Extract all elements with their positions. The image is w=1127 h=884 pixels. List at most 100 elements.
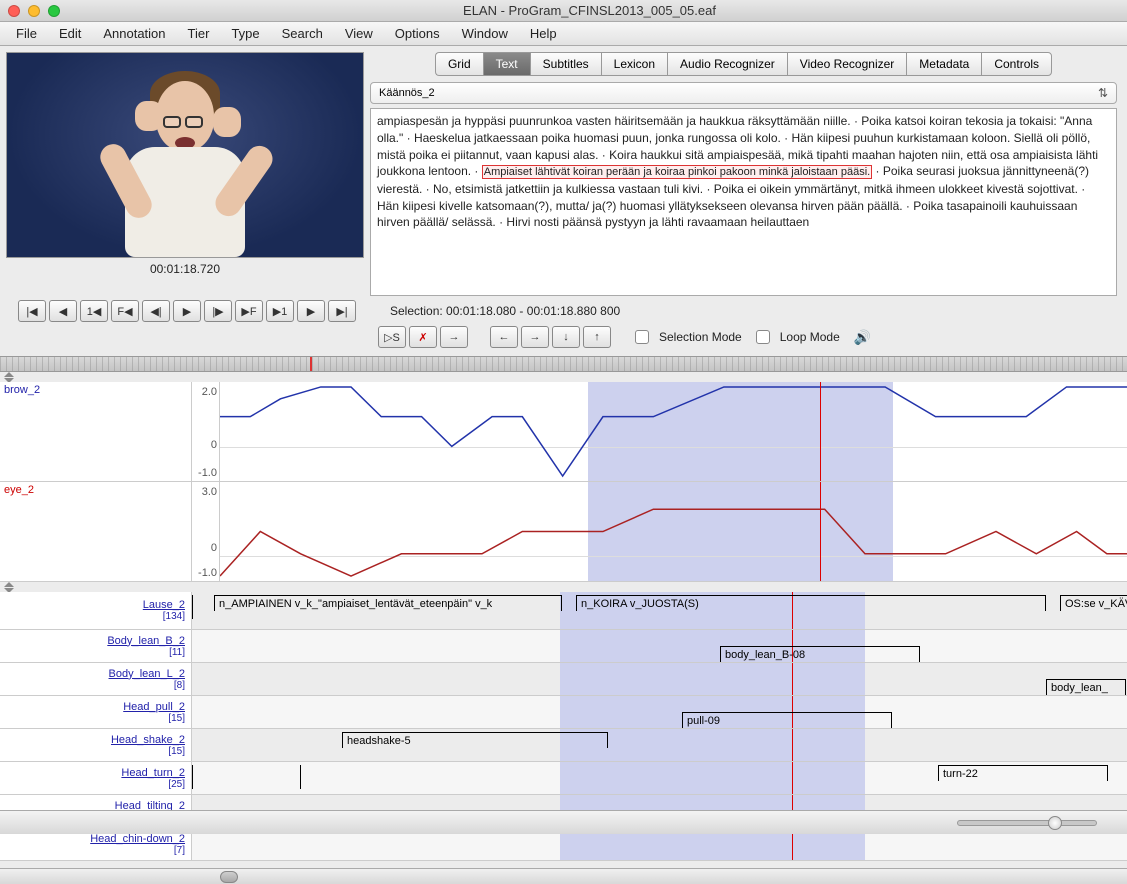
horizontal-scrollbar[interactable] — [0, 868, 1127, 884]
waveform-brow: brow_2 2.0 0 -1.0 — [0, 382, 1127, 482]
text-highlight[interactable]: Ampiaiset lähtivät koiran perään ja koir… — [482, 165, 872, 179]
tier-label[interactable]: Head_pull_2[15] — [0, 696, 192, 728]
loop-mode-label: Loop Mode — [780, 330, 840, 344]
tier-row: Body_lean_B_2[11] body_lean_B-08 — [0, 630, 1127, 663]
waveplot-eye[interactable] — [220, 482, 1127, 581]
tier-track[interactable]: body_lean_ — [192, 663, 1127, 695]
tab-video-recognizer[interactable]: Video Recognizer — [787, 52, 907, 76]
playhead[interactable] — [820, 382, 821, 481]
nav-buttons: ← → ↓ ↑ — [490, 326, 611, 348]
tier-row: Lause_2[134] n_AMPIAINEN v_k_"ampiaiset_l… — [0, 592, 1127, 630]
overview-playhead[interactable] — [310, 357, 312, 371]
expand-handles-2[interactable] — [0, 582, 1127, 592]
tab-lexicon[interactable]: Lexicon — [601, 52, 667, 76]
annotation[interactable]: body_lean_B-08 — [720, 646, 920, 662]
prev-frame-button[interactable]: 1◀ — [80, 300, 108, 322]
tab-grid[interactable]: Grid — [435, 52, 483, 76]
menu-window[interactable]: Window — [452, 23, 518, 44]
annotation[interactable]: pull-09 — [682, 712, 892, 728]
zoom-slider[interactable] — [957, 820, 1097, 826]
menu-type[interactable]: Type — [221, 23, 269, 44]
loop-mode-checkbox[interactable] — [756, 330, 770, 344]
wave-label-eye[interactable]: eye_2 — [0, 482, 192, 581]
tier-track[interactable]: turn-22 — [192, 762, 1127, 794]
tab-controls[interactable]: Controls — [981, 52, 1052, 76]
arrow-right-button[interactable]: → — [521, 326, 549, 348]
selection-mode-checkbox[interactable] — [635, 330, 649, 344]
wave-label-brow[interactable]: brow_2 — [0, 382, 192, 481]
tier-track[interactable]: headshake-5 — [192, 729, 1127, 761]
shift-selection-button[interactable]: → — [440, 326, 468, 348]
minimize-icon[interactable] — [28, 5, 40, 17]
tier-label[interactable]: Head_shake_2[15] — [0, 729, 192, 761]
tab-text[interactable]: Text — [483, 52, 530, 76]
zoom-icon[interactable] — [48, 5, 60, 17]
step-fwd-button[interactable]: |▶ — [204, 300, 232, 322]
video-panel: 00:01:18.720 — [0, 46, 370, 296]
tier-row: Head_shake_2[15] headshake-5 — [0, 729, 1127, 762]
annotation[interactable]: headshake-5 — [342, 732, 608, 748]
play-selection-button[interactable]: ▷S — [378, 326, 406, 348]
annotation[interactable]: OS:se v_KÄVELLÄ v_PAETA — [1060, 595, 1127, 611]
prev-scroll-button[interactable]: ◀ — [49, 300, 77, 322]
waveplot-brow[interactable] — [220, 382, 1127, 481]
menu-options[interactable]: Options — [385, 23, 450, 44]
tier-select[interactable]: Käännös_2 — [370, 82, 1117, 104]
menu-tier[interactable]: Tier — [178, 23, 220, 44]
transport-buttons: |◀ ◀ 1◀ F◀ ◀| ▶ |▶ ▶F ▶1 ▶ ▶| — [18, 300, 378, 322]
waveform-eye: eye_2 3.0 0 -1.0 — [0, 482, 1127, 582]
playhead[interactable] — [820, 482, 821, 581]
tier-label[interactable]: Head_turn_2[25] — [0, 762, 192, 794]
timecode: 00:01:18.720 — [150, 262, 220, 276]
tier-track[interactable]: body_lean_B-08 — [192, 630, 1127, 662]
tier-track[interactable]: pull-09 — [192, 696, 1127, 728]
annotation[interactable]: turn-22 — [938, 765, 1108, 781]
tier-select-value: Käännös_2 — [379, 87, 435, 99]
next-frame-button[interactable]: ▶1 — [266, 300, 294, 322]
tab-subtitles[interactable]: Subtitles — [530, 52, 601, 76]
slider-knob[interactable] — [1048, 816, 1062, 830]
annotation[interactable]: body_lean_ — [1046, 679, 1126, 695]
menubar: File Edit Annotation Tier Type Search Vi… — [0, 22, 1127, 46]
overview-ruler[interactable] — [0, 356, 1127, 372]
next-marker-button[interactable]: ▶F — [235, 300, 263, 322]
titlebar: ELAN - ProGram_CFINSL2013_005_05.eaf — [0, 0, 1127, 22]
clear-selection-button[interactable]: ✗ — [409, 326, 437, 348]
tier-row: Head_pull_2[15] pull-09 — [0, 696, 1127, 729]
transport-row: |◀ ◀ 1◀ F◀ ◀| ▶ |▶ ▶F ▶1 ▶ ▶| Selection:… — [0, 296, 1127, 326]
step-back-button[interactable]: ◀| — [142, 300, 170, 322]
tabbar: Grid Text Subtitles Lexicon Audio Recogn… — [370, 52, 1117, 76]
tier-track[interactable]: n_AMPIAINEN v_k_"ampiaiset_lentävät_etee… — [192, 592, 1127, 629]
arrow-left-button[interactable]: ← — [490, 326, 518, 348]
menu-view[interactable]: View — [335, 23, 383, 44]
play-button[interactable]: ▶ — [173, 300, 201, 322]
goto-end-button[interactable]: ▶| — [328, 300, 356, 322]
prev-marker-button[interactable]: F◀ — [111, 300, 139, 322]
annotation[interactable]: n_AMPIAINEN v_k_"ampiaiset_lentävät_etee… — [214, 595, 562, 611]
next-scroll-button[interactable]: ▶ — [297, 300, 325, 322]
tab-metadata[interactable]: Metadata — [906, 52, 981, 76]
menu-edit[interactable]: Edit — [49, 23, 91, 44]
tier-label[interactable]: Body_lean_L_2[8] — [0, 663, 192, 695]
tab-audio-recognizer[interactable]: Audio Recognizer — [667, 52, 787, 76]
menu-annotation[interactable]: Annotation — [93, 23, 175, 44]
scroll-thumb[interactable] — [220, 871, 238, 883]
arrow-down-button[interactable]: ↓ — [552, 326, 580, 348]
menu-file[interactable]: File — [6, 23, 47, 44]
text-viewer[interactable]: ampiaspesän ja hyppäsi puunrunkoa vasten… — [370, 108, 1117, 296]
close-icon[interactable] — [8, 5, 20, 17]
arrow-up-button[interactable]: ↑ — [583, 326, 611, 348]
yaxis-eye: 3.0 0 -1.0 — [192, 482, 220, 581]
expand-handles[interactable] — [0, 372, 1127, 382]
video-frame[interactable] — [6, 52, 364, 258]
tier-row: Body_lean_L_2[8] body_lean_ — [0, 663, 1127, 696]
annotation[interactable]: n_KOIRA v_JUOSTA(S) — [576, 595, 1046, 611]
window-title: ELAN - ProGram_CFINSL2013_005_05.eaf — [60, 3, 1119, 18]
tier-label[interactable]: Lause_2[134] — [0, 592, 192, 629]
menu-help[interactable]: Help — [520, 23, 567, 44]
menu-search[interactable]: Search — [272, 23, 333, 44]
goto-start-button[interactable]: |◀ — [18, 300, 46, 322]
speaker-icon[interactable]: 🔊 — [854, 329, 871, 346]
statusbar — [0, 810, 1127, 834]
tier-label[interactable]: Body_lean_B_2[11] — [0, 630, 192, 662]
